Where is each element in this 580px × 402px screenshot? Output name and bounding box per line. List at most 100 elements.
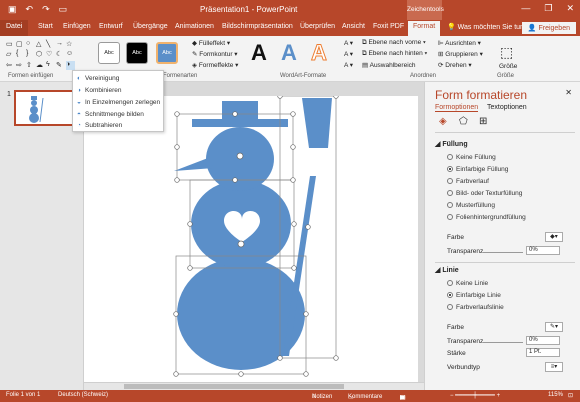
menu-item-fragment[interactable]: ◒ In Einzelmengen zerlegen xyxy=(77,99,160,106)
share-button[interactable]: 👤 Freigeben xyxy=(521,22,576,34)
cloud-icon: ☁ xyxy=(36,61,43,69)
fragment-icon: ◒ xyxy=(77,99,81,106)
slide-thumbnail[interactable] xyxy=(14,90,76,126)
fill-transparency-slider[interactable] xyxy=(483,252,523,253)
close-button[interactable]: ✕ xyxy=(566,3,574,14)
menu-item-combine[interactable]: ◑ Kombinieren xyxy=(77,87,122,94)
line-section-header[interactable]: ◢ Linie xyxy=(435,266,459,274)
line-width-label: Stärke xyxy=(447,350,466,357)
line-transparency-label: Transparenz xyxy=(447,338,484,345)
oval-icon: ○ xyxy=(26,40,31,47)
shape-gallery[interactable]: ▭ ▢ ○ △ ╲ → ☆ ▱ {} ⬡ ♡ ☾ ☺ ⇦ ⇨ ⇧ ☁ ϟ ✎ ◑ xyxy=(6,40,75,70)
tab-shape-options[interactable]: Formoptionen xyxy=(435,104,479,112)
fill-option-solid[interactable]: Einfarbige Füllung xyxy=(447,166,508,173)
fill-color-button[interactable]: ◆▾ xyxy=(545,232,563,242)
fill-option-background[interactable]: Folienhintergrundfüllung xyxy=(447,214,526,221)
fill-option-pattern[interactable]: Musterfüllung xyxy=(447,202,495,209)
align-button[interactable]: ⊫ Ausrichten ▾ xyxy=(438,39,481,47)
line-transparency-slider[interactable] xyxy=(483,342,523,343)
tab-insert[interactable]: Einfügen xyxy=(63,23,91,30)
maximize-button[interactable]: ❐ xyxy=(544,3,552,14)
undo-icon[interactable]: ↶ xyxy=(26,4,34,15)
fill-section-header[interactable]: ◢ Füllung xyxy=(435,140,468,148)
line-icon: ╲ xyxy=(46,41,51,48)
language-indicator[interactable]: Deutsch (Schweiz) xyxy=(58,392,108,398)
line-option-solid[interactable]: Einfarbige Linie xyxy=(447,292,501,299)
tab-foxit-pdf[interactable]: Foxit PDF xyxy=(373,23,404,30)
shape-outline-button[interactable]: ✎ Formkontur ▾ xyxy=(192,50,238,58)
shape-effects-button[interactable]: ◈ Formeffekte ▾ xyxy=(192,61,238,69)
tab-start[interactable]: Start xyxy=(38,23,53,30)
text-effects-button[interactable]: A ▾ xyxy=(344,61,353,69)
selection-pane-button[interactable]: ▤ Auswahlbereich xyxy=(362,61,416,69)
fill-transparency-input[interactable]: 0% xyxy=(526,246,560,255)
slide[interactable] xyxy=(84,93,418,382)
wordart-style-black[interactable]: A xyxy=(251,40,267,66)
group-button[interactable]: ⊞ Gruppieren ▾ xyxy=(438,50,483,58)
slide-number: 1 xyxy=(7,91,11,98)
tab-format[interactable]: Format xyxy=(408,21,441,36)
snowman-hat-top xyxy=(222,101,258,121)
bring-forward-icon: ⧉ xyxy=(362,39,367,46)
tab-review[interactable]: Überprüfen xyxy=(300,23,335,30)
size-icon[interactable]: ⬚ xyxy=(500,44,513,61)
line-transparency-input[interactable]: 0% xyxy=(526,336,560,345)
tab-file[interactable]: Datei xyxy=(0,20,29,36)
align-icon: ⊫ xyxy=(438,40,444,47)
line-option-gradient[interactable]: Farbverlaufslinie xyxy=(447,304,504,311)
pen-icon: ✎ xyxy=(192,51,198,58)
selection-pane-icon: ▤ xyxy=(362,62,369,69)
menu-item-union[interactable]: ◐ Vereinigung xyxy=(77,75,119,82)
contextual-tab-group: Zeichentools xyxy=(407,0,444,20)
text-fill-button[interactable]: A ▾ xyxy=(344,39,353,47)
compound-type-button[interactable]: ≡▾ xyxy=(545,362,563,372)
text-fill-icon: A xyxy=(344,40,348,47)
horizontal-scrollbar[interactable] xyxy=(84,382,424,390)
menu-item-intersect[interactable]: ◓ Schnittmenge bilden xyxy=(77,111,144,118)
merge-shapes-menu: ◐ Vereinigung ◑ Kombinieren ◒ In Einzelmeng… xyxy=(72,70,164,132)
tab-text-options[interactable]: Textoptionen xyxy=(487,104,527,111)
wordart-style-blue[interactable]: A xyxy=(281,40,297,66)
rotate-button[interactable]: ⟳ Drehen ▾ xyxy=(438,61,472,69)
tab-transitions[interactable]: Übergänge xyxy=(133,23,168,30)
arrow-up-icon: ⇧ xyxy=(26,61,32,69)
line-color-button[interactable]: ✎▾ xyxy=(545,322,563,332)
fill-option-gradient[interactable]: Farbverlauf xyxy=(447,178,489,185)
shape-fill-button[interactable]: ◆ Fülleffekt ▾ xyxy=(192,39,230,47)
moon-icon: ☾ xyxy=(56,51,63,59)
shape-style-black[interactable]: Abc xyxy=(126,42,148,64)
shape-style-white[interactable]: Abc xyxy=(98,42,120,64)
menu-item-subtract[interactable]: ◔ Subtrahieren xyxy=(77,122,122,129)
slideshow-view-icon: ▶ xyxy=(400,395,405,401)
redo-icon[interactable]: ↷ xyxy=(42,4,50,15)
hexagon-icon: ⬡ xyxy=(36,51,43,59)
close-icon[interactable]: ✕ xyxy=(565,88,572,97)
window-controls: — ❐ ✕ xyxy=(521,3,574,14)
fit-slide-icon[interactable]: ⊡ xyxy=(568,392,573,399)
tab-design[interactable]: Entwurf xyxy=(99,23,123,30)
snowman-drawing[interactable] xyxy=(84,93,418,382)
tab-view[interactable]: Ansicht xyxy=(342,23,365,30)
line-width-input[interactable]: 1 Pt. xyxy=(526,348,560,357)
effects-pentagon-icon[interactable]: ⬠ xyxy=(459,116,468,127)
line-option-none[interactable]: Keine Linie xyxy=(447,280,488,287)
size-properties-icon[interactable]: ⊞ xyxy=(479,116,487,127)
tell-me-search[interactable]: 💡 Was möchten Sie tun? xyxy=(447,23,528,31)
zoom-slider[interactable]: − ━━━━━┿━━━━━ + xyxy=(450,392,500,399)
save-icon[interactable]: ▣ xyxy=(8,4,17,15)
wordart-style-orange[interactable]: A xyxy=(311,40,328,66)
tab-animations[interactable]: Animationen xyxy=(175,23,214,30)
send-backward-button[interactable]: ⧉ Ebene nach hinten ▾ xyxy=(362,50,427,58)
minimize-button[interactable]: — xyxy=(521,3,530,14)
slide-indicator: Folie 1 von 1 xyxy=(6,392,41,398)
zoom-level[interactable]: 115% xyxy=(548,392,563,398)
window-title: Präsentation1 - PowerPoint xyxy=(200,5,298,14)
shape-style-blue[interactable]: Abc xyxy=(156,42,178,64)
tab-slideshow[interactable]: Bildschirmpräsentation xyxy=(222,23,293,30)
fill-line-icon[interactable]: ◈ xyxy=(439,116,447,127)
text-outline-button[interactable]: A ▾ xyxy=(344,50,353,58)
fill-option-picture[interactable]: Bild- oder Texturfüllung xyxy=(447,190,522,197)
start-slideshow-icon[interactable]: ▭ xyxy=(59,4,68,15)
fill-option-none[interactable]: Keine Füllung xyxy=(447,154,496,161)
bring-forward-button[interactable]: ⧉ Ebene nach vorne ▾ xyxy=(362,39,426,47)
